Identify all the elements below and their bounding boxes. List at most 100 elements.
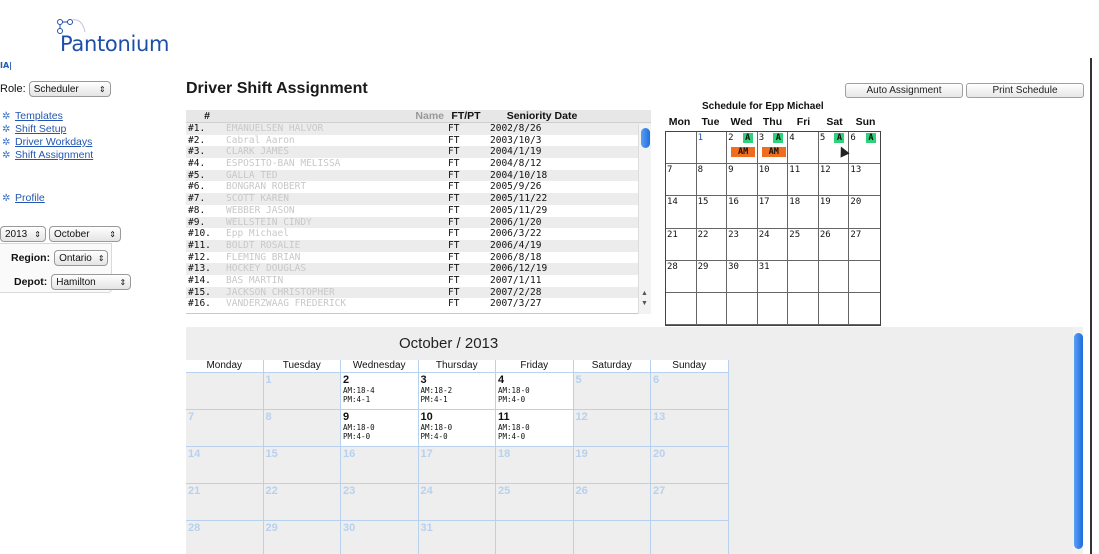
- month-day-cell[interactable]: 17: [418, 447, 496, 484]
- month-day-cell[interactable]: 8: [263, 410, 341, 447]
- schedule-day-cell[interactable]: 29: [696, 260, 728, 293]
- driver-table-scrollbar[interactable]: ▲ ▼: [638, 124, 651, 314]
- month-day-cell[interactable]: 3 AM:18-2 PM:4-1: [418, 373, 496, 410]
- schedule-day-cell[interactable]: 25: [788, 228, 819, 261]
- month-day-cell[interactable]: 9 AM:18-0 PM:4-0: [341, 410, 419, 447]
- scroll-down-icon[interactable]: ▼: [641, 300, 648, 307]
- month-day-cell[interactable]: 27: [651, 484, 729, 521]
- month-day-cell[interactable]: 29: [264, 521, 341, 554]
- schedule-day-cell[interactable]: [666, 132, 697, 165]
- schedule-day-cell[interactable]: 11: [788, 164, 819, 197]
- month-day-cell[interactable]: 12: [573, 410, 651, 447]
- table-row[interactable]: #8. WEBBER JASON FT 2005/11/29: [186, 205, 651, 217]
- schedule-day-cell[interactable]: [788, 260, 819, 293]
- schedule-day-cell[interactable]: [818, 292, 850, 325]
- sidebar-item-shift-assignment[interactable]: ✲ Shift Assignment: [2, 149, 93, 161]
- schedule-day-cell[interactable]: 27: [849, 229, 880, 261]
- schedule-day-cell[interactable]: [757, 292, 789, 325]
- page-scrollbar[interactable]: [1073, 327, 1083, 554]
- table-row[interactable]: #6. BONGRAN ROBERT FT 2005/9/26: [186, 181, 651, 193]
- month-day-cell[interactable]: 30: [341, 521, 419, 554]
- schedule-day-cell[interactable]: 23: [727, 228, 758, 261]
- shift-setup-link[interactable]: Shift Setup: [15, 123, 66, 135]
- schedule-day-cell[interactable]: 21: [666, 228, 697, 261]
- month-day-cell[interactable]: 5: [573, 373, 651, 410]
- month-day-cell[interactable]: 23: [341, 484, 419, 521]
- am-shift-tag[interactable]: AM: [731, 147, 756, 157]
- schedule-day-cell[interactable]: 4: [788, 132, 819, 165]
- month-day-cell[interactable]: [651, 521, 729, 554]
- depot-select[interactable]: Hamilton ⇕: [51, 274, 132, 290]
- print-schedule-button[interactable]: Print Schedule: [966, 83, 1084, 98]
- driver-workdays-link[interactable]: Driver Workdays: [15, 136, 92, 148]
- schedule-day-cell[interactable]: 8: [696, 164, 728, 197]
- schedule-day-cell[interactable]: 22: [696, 228, 728, 261]
- schedule-day-cell[interactable]: [727, 292, 758, 325]
- month-day-cell[interactable]: 18: [496, 447, 574, 484]
- schedule-day-cell[interactable]: 30: [727, 260, 758, 293]
- sidebar-item-profile[interactable]: ✲ Profile: [2, 192, 45, 204]
- schedule-day-cell[interactable]: 17: [757, 196, 789, 229]
- schedule-day-cell[interactable]: [818, 260, 850, 293]
- profile-link[interactable]: Profile: [15, 192, 45, 204]
- assigned-tag[interactable]: A: [834, 133, 845, 143]
- table-row[interactable]: #13. HOCKEY DOUGLAS FT 2006/12/19: [186, 263, 651, 275]
- assigned-tag[interactable]: A: [773, 133, 784, 143]
- sidebar-item-templates[interactable]: ✲ Templates: [2, 110, 93, 122]
- month-day-cell[interactable]: [574, 521, 651, 554]
- month-day-cell[interactable]: 22: [263, 484, 341, 521]
- month-select[interactable]: October ⇕: [49, 226, 121, 242]
- month-day-cell[interactable]: [186, 373, 264, 410]
- schedule-day-cell[interactable]: [788, 292, 819, 325]
- table-row[interactable]: #12. FLEMING BRIAN FT 2006/8/18: [186, 252, 651, 264]
- scroll-up-icon[interactable]: ▲: [641, 290, 648, 297]
- sidebar-item-driver-workdays[interactable]: ✲ Driver Workdays: [2, 136, 93, 148]
- month-day-cell[interactable]: 24: [418, 484, 496, 521]
- schedule-day-cell[interactable]: [666, 292, 697, 325]
- region-select[interactable]: Ontario ⇕: [54, 250, 109, 266]
- table-row[interactable]: #10. Epp Michael FT 2006/3/22: [186, 228, 651, 240]
- month-day-cell[interactable]: 25: [496, 484, 574, 521]
- month-day-cell[interactable]: 16: [341, 447, 419, 484]
- month-day-cell[interactable]: 15: [263, 447, 341, 484]
- page-scroll-thumb[interactable]: [1074, 333, 1083, 549]
- month-day-cell[interactable]: 6: [651, 373, 729, 410]
- month-day-cell[interactable]: 10 AM:18-0 PM:4-0: [418, 410, 496, 447]
- schedule-day-cell[interactable]: 1: [696, 132, 728, 165]
- schedule-day-cell[interactable]: 26: [818, 228, 850, 261]
- month-day-cell[interactable]: 28: [186, 521, 264, 554]
- month-day-cell[interactable]: 31: [419, 521, 496, 554]
- month-day-cell[interactable]: [496, 521, 574, 554]
- month-day-cell[interactable]: 1: [263, 373, 341, 410]
- schedule-day-cell[interactable]: 19: [818, 196, 850, 229]
- am-shift-tag[interactable]: AM: [761, 147, 786, 157]
- assigned-tag[interactable]: A: [865, 133, 876, 143]
- month-day-cell[interactable]: 19: [573, 447, 651, 484]
- table-row[interactable]: #15. JACKSON CHRISTOPHER FT 2007/2/28: [186, 286, 651, 299]
- schedule-day-cell[interactable]: 24: [757, 228, 789, 261]
- table-row[interactable]: #1. EMANUELSEN HALVOR FT 2002/8/26: [186, 123, 651, 135]
- table-row[interactable]: #11. BOLDT ROSALIE FT 2006/4/19: [186, 239, 651, 252]
- assigned-tag[interactable]: A: [742, 133, 753, 143]
- schedule-day-cell[interactable]: 20: [849, 196, 880, 229]
- table-row[interactable]: #9. WELLSTEIN CINDY FT 2006/1/20: [186, 216, 651, 229]
- table-row[interactable]: #16. VANDERZWAAG FREDERICK FT 2007/3/27: [186, 298, 651, 310]
- schedule-day-cell[interactable]: 28: [666, 260, 697, 293]
- month-day-cell[interactable]: 2 AM:18-4 PM:4-1: [341, 373, 419, 410]
- schedule-day-cell[interactable]: 12: [818, 164, 850, 197]
- schedule-day-cell[interactable]: 18: [788, 196, 819, 229]
- schedule-day-cell[interactable]: 15: [696, 196, 728, 229]
- table-row[interactable]: #3. CLARK JAMES FT 2004/1/19: [186, 146, 651, 159]
- year-select[interactable]: 2013 ⇕: [0, 226, 46, 242]
- month-day-cell[interactable]: 11 AM:18-0 PM:4-0: [496, 410, 574, 447]
- table-row[interactable]: #7. SCOTT KAREN FT 2005/11/22: [186, 193, 651, 205]
- schedule-day-cell[interactable]: [696, 292, 728, 325]
- role-select[interactable]: Scheduler ⇕: [28, 81, 111, 97]
- month-day-cell[interactable]: 26: [573, 484, 651, 521]
- table-row[interactable]: #14. BAS MARTIN FT 2007/1/11: [186, 275, 651, 287]
- scroll-thumb[interactable]: [641, 128, 650, 148]
- schedule-day-cell[interactable]: 6A: [849, 132, 880, 165]
- schedule-day-cell[interactable]: 2 A AM: [727, 132, 758, 165]
- month-day-cell[interactable]: 13: [651, 410, 729, 447]
- table-row[interactable]: #2. Cabral Aaron FT 2003/10/3: [186, 135, 651, 147]
